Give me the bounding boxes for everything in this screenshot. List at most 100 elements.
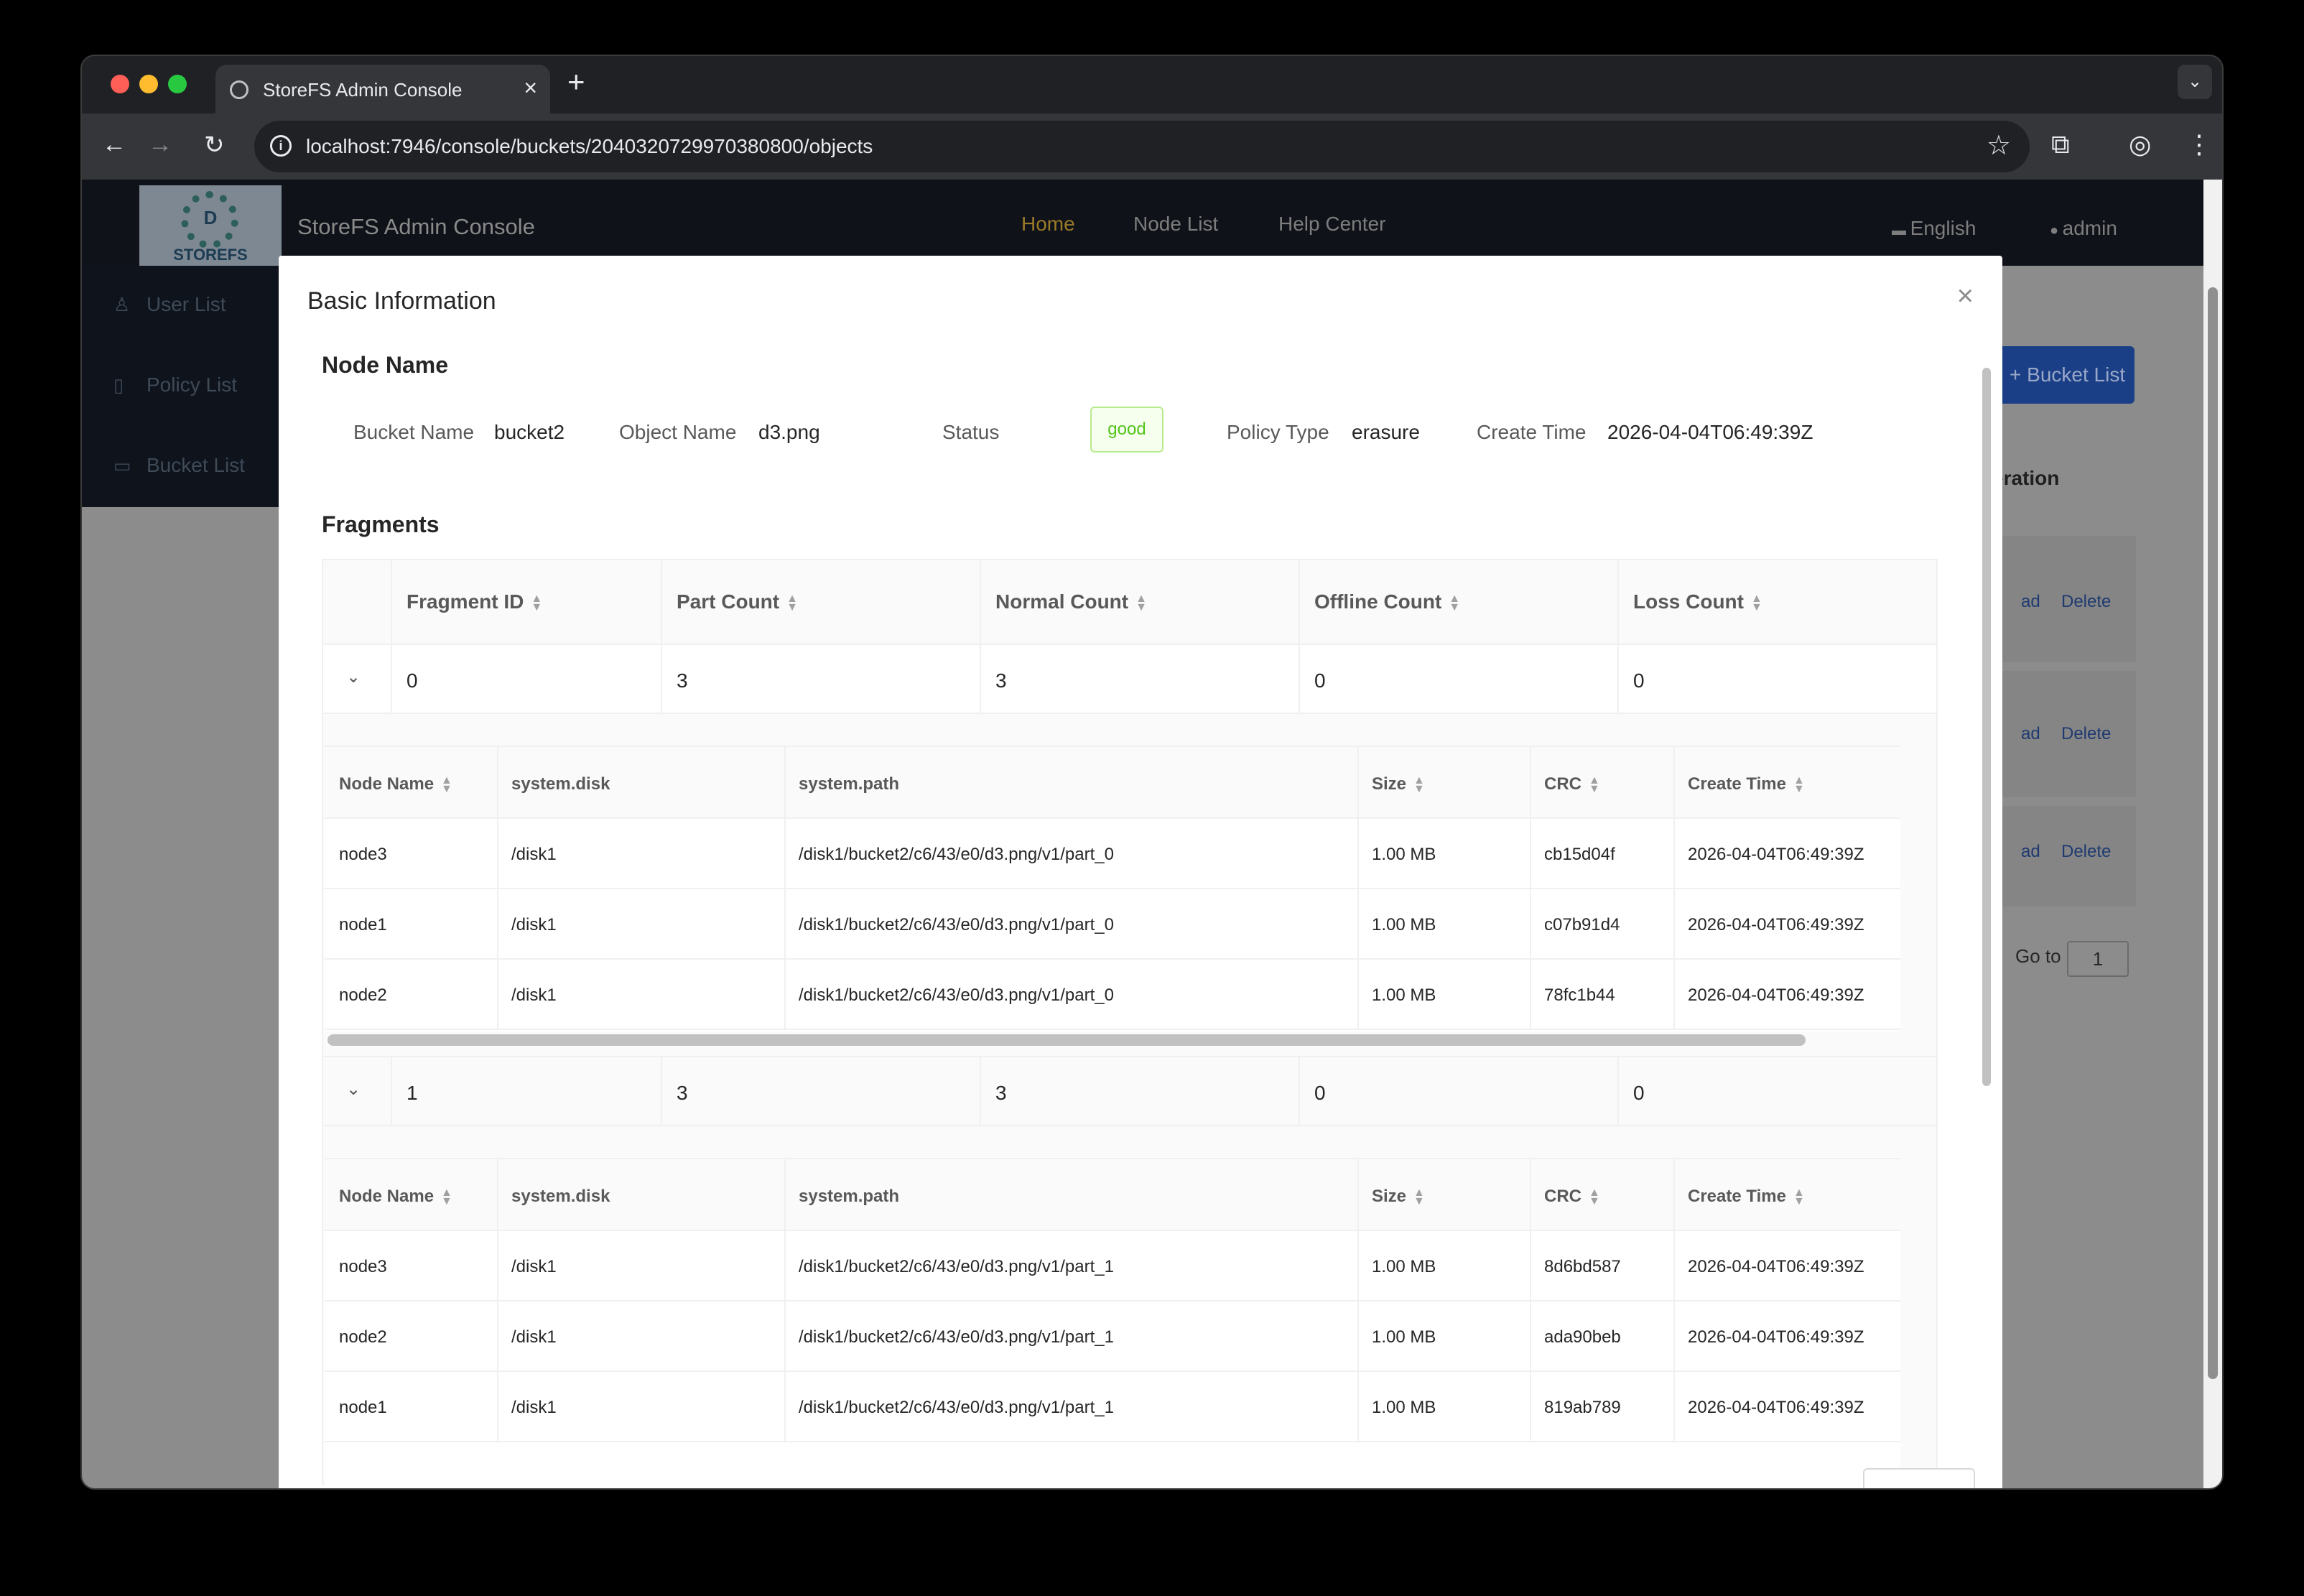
close-window-button[interactable] xyxy=(111,75,129,93)
column-divider xyxy=(1299,645,1300,713)
column-header-system-path: system.path xyxy=(799,1187,900,1206)
sort-icon[interactable]: ▲ ▼ xyxy=(1751,593,1762,613)
nav-help-center[interactable]: Help Center xyxy=(1278,213,1385,236)
sidebar-item-user-list[interactable]: ♙ User List xyxy=(113,293,226,316)
sidebar-item-label: Bucket List xyxy=(147,454,245,476)
disk-cell: /disk1 xyxy=(511,845,557,864)
reload-icon[interactable]: ↻ xyxy=(204,131,225,159)
create-time-cell: 2026-04-04T06:49:39Z xyxy=(1688,1257,1864,1276)
column-divider xyxy=(1357,819,1359,888)
language-selector[interactable]: ▬ English xyxy=(1892,217,1976,240)
maximize-window-button[interactable] xyxy=(168,75,187,93)
bookmark-star-icon[interactable]: ☆ xyxy=(1987,129,2011,162)
disk-cell: /disk1 xyxy=(511,1398,557,1417)
more-menu-icon[interactable]: ⋮ xyxy=(2186,129,2212,159)
crc-cell: c07b91d4 xyxy=(1544,915,1620,934)
column-divider xyxy=(1357,960,1359,1029)
delete-link[interactable]: Delete xyxy=(2061,842,2111,862)
column-header-loss-count[interactable]: Loss Count ▲ ▼ xyxy=(1633,590,1762,613)
column-divider xyxy=(497,1302,498,1370)
browser-tab[interactable]: StoreFS Admin Console × xyxy=(215,65,550,113)
column-divider xyxy=(661,1057,662,1125)
crc-cell: 8d6bd587 xyxy=(1544,1257,1621,1276)
site-info-icon[interactable]: i xyxy=(270,135,292,157)
node-name-cell: node1 xyxy=(339,915,387,934)
column-divider xyxy=(497,1372,498,1441)
delete-link[interactable]: Delete xyxy=(2061,724,2111,744)
close-icon[interactable]: × xyxy=(1957,280,1974,312)
page-scrollbar-thumb[interactable] xyxy=(2208,287,2218,1379)
parts-table-header: Node Name ▲ ▼ system.disk system.path Size… xyxy=(325,1158,1900,1231)
close-tab-icon[interactable]: × xyxy=(524,75,537,101)
back-icon[interactable]: ← xyxy=(102,131,126,159)
column-divider xyxy=(1530,747,1531,817)
address-bar[interactable]: i localhost:7946/console/buckets/2040320… xyxy=(254,121,2030,172)
sort-icon[interactable]: ▲ ▼ xyxy=(1793,774,1805,794)
column-divider xyxy=(1357,1372,1359,1441)
sort-icon[interactable]: ▲ ▼ xyxy=(1589,1187,1600,1207)
disk-cell: /disk1 xyxy=(511,1327,557,1347)
disk-cell: /disk1 xyxy=(511,985,557,1005)
horizontal-scrollbar[interactable] xyxy=(328,1034,1806,1046)
column-divider xyxy=(1673,889,1675,958)
column-header-offline-count[interactable]: Offline Count ▲ ▼ xyxy=(1314,590,1460,613)
column-divider xyxy=(1357,1302,1359,1370)
column-header-fragment-id[interactable]: Fragment ID ▲ ▼ xyxy=(407,590,542,613)
sidebar-item-bucket-list[interactable]: ▭ Bucket List xyxy=(113,454,245,477)
chevron-down-icon[interactable]: ⌄ xyxy=(2178,65,2212,99)
goto-page-input[interactable]: 1 xyxy=(2067,941,2129,977)
nav-home[interactable]: Home xyxy=(1021,213,1075,236)
url-text[interactable]: localhost:7946/console/buckets/204032072… xyxy=(306,135,873,158)
column-header-size[interactable]: Size ▲ ▼ xyxy=(1372,1187,1425,1207)
sort-icon[interactable]: ▲ ▼ xyxy=(1449,593,1460,613)
column-header-crc[interactable]: CRC ▲ ▼ xyxy=(1544,1187,1600,1207)
sort-icon[interactable]: ▲ ▼ xyxy=(1793,1187,1805,1207)
crc-cell: 78fc1b44 xyxy=(1544,985,1615,1005)
crc-cell: 819ab789 xyxy=(1544,1398,1621,1417)
user-menu[interactable]: ● admin xyxy=(2050,217,2117,240)
column-header-label: Node Name xyxy=(339,1187,435,1206)
column-divider xyxy=(1530,889,1531,958)
download-link[interactable]: ad xyxy=(2021,592,2040,612)
sort-icon[interactable]: ▲ ▼ xyxy=(1135,593,1147,613)
sort-icon[interactable]: ▲ ▼ xyxy=(1413,774,1425,794)
profile-icon[interactable]: ◎ xyxy=(2129,129,2151,159)
delete-link[interactable]: Delete xyxy=(2061,592,2111,612)
modal-scrollbar[interactable] xyxy=(1979,332,1994,1452)
column-header-create-time[interactable]: Create Time ▲ ▼ xyxy=(1688,774,1805,794)
nav-node-list[interactable]: Node List xyxy=(1133,213,1218,236)
sort-icon[interactable]: ▲ ▼ xyxy=(441,774,452,794)
bucket-name-value: bucket2 xyxy=(494,421,565,443)
sidebar-item-policy-list[interactable]: ▯ Policy List xyxy=(113,374,237,396)
sidebar-item-label: Policy List xyxy=(147,374,238,396)
collapse-row-icon[interactable]: ⌄ xyxy=(346,1079,361,1100)
sort-icon[interactable]: ▲ ▼ xyxy=(531,593,542,613)
column-header-normal-count[interactable]: Normal Count ▲ ▼ xyxy=(995,590,1147,613)
sort-icon[interactable]: ▲ ▼ xyxy=(1589,774,1600,794)
download-link[interactable]: ad xyxy=(2021,724,2040,744)
modal-scrollbar-thumb[interactable] xyxy=(1982,368,1991,1086)
column-header-create-time[interactable]: Create Time ▲ ▼ xyxy=(1688,1187,1805,1207)
forward-icon[interactable]: → xyxy=(148,131,172,159)
extensions-icon[interactable]: ⧉ xyxy=(2051,129,2070,160)
sort-icon[interactable]: ▲ ▼ xyxy=(786,593,798,613)
column-header-part-count[interactable]: Part Count ▲ ▼ xyxy=(677,590,798,613)
new-tab-icon[interactable]: + xyxy=(567,65,585,99)
loss-count-cell: 0 xyxy=(1633,669,1645,692)
column-divider xyxy=(1530,1159,1531,1230)
collapse-row-icon[interactable]: ⌄ xyxy=(346,667,361,687)
column-divider xyxy=(784,1372,786,1441)
column-header-node-name[interactable]: Node Name ▲ ▼ xyxy=(339,774,452,794)
minimize-window-button[interactable] xyxy=(139,75,158,93)
column-header-crc[interactable]: CRC ▲ ▼ xyxy=(1544,774,1600,794)
close-button[interactable]: Close xyxy=(1863,1468,1975,1488)
parts-table-header: Node Name ▲ ▼ system.disk system.path Size… xyxy=(325,746,1900,819)
sort-icon[interactable]: ▲ ▼ xyxy=(441,1187,452,1207)
column-header-node-name[interactable]: Node Name ▲ ▼ xyxy=(339,1187,452,1207)
sort-icon[interactable]: ▲ ▼ xyxy=(1413,1187,1425,1207)
page-scrollbar[interactable] xyxy=(2203,180,2222,1488)
path-cell: /disk1/bucket2/c6/43/e0/d3.png/v1/part_0 xyxy=(799,845,1114,864)
download-link[interactable]: ad xyxy=(2021,842,2040,862)
fragments-table-header: Fragment ID ▲ ▼ Part Count ▲ ▼ Normal Count ▲… xyxy=(322,559,1938,645)
column-header-size[interactable]: Size ▲ ▼ xyxy=(1372,774,1425,794)
